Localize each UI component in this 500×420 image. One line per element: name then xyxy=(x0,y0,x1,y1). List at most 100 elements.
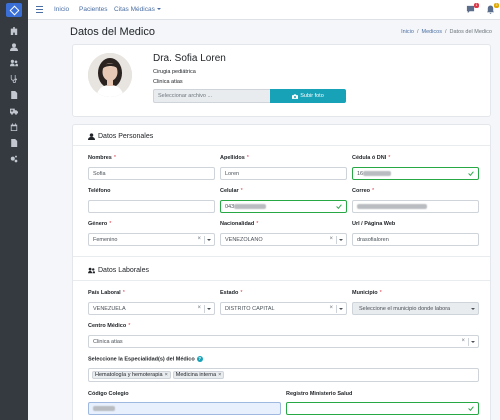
menu-toggle-icon[interactable] xyxy=(36,6,43,13)
select-separator xyxy=(204,305,205,313)
celular-label: Celular * xyxy=(220,188,243,194)
web-label: Url / Página Web xyxy=(352,221,396,227)
apellidos-label-text: Apellidos xyxy=(220,155,245,161)
nacionalidad-value: VENEZOLANO xyxy=(225,237,263,243)
photo-file-input[interactable]: Seleccionar archivo ... xyxy=(153,89,271,103)
nav-link-inicio[interactable]: Inicio xyxy=(54,6,69,13)
doctor-specialty: Cirugia pediátrica xyxy=(153,69,196,75)
estado-select[interactable]: DISTRITO CAPITAL × xyxy=(220,302,347,315)
users-icon[interactable] xyxy=(9,58,19,68)
estado-value: DISTRITO CAPITAL xyxy=(225,306,275,312)
doctor-clinic: Clinica atias xyxy=(153,79,183,85)
sidebar xyxy=(0,0,28,420)
personal-section-label: Datos Personales xyxy=(98,133,154,140)
stethoscope-icon[interactable] xyxy=(9,74,19,84)
messages-icon[interactable]: 1 xyxy=(466,3,479,15)
upload-photo-button[interactable]: Subir foto xyxy=(270,89,346,103)
chevron-down-icon[interactable] xyxy=(339,308,343,310)
camera-icon xyxy=(292,93,299,99)
pais-label: País Laboral * xyxy=(88,290,125,296)
user-icon xyxy=(88,133,95,140)
remove-tag-icon[interactable]: × xyxy=(218,372,221,378)
apellidos-label: Apellidos * xyxy=(220,155,249,161)
nacionalidad-label-text: Nacionalidad xyxy=(220,221,255,227)
nombres-field[interactable]: Sofia xyxy=(88,167,215,180)
clear-icon[interactable]: × xyxy=(197,236,201,242)
correo-field[interactable] xyxy=(352,200,479,213)
select-separator xyxy=(468,338,469,346)
avatar xyxy=(88,53,132,97)
section-divider xyxy=(73,145,490,146)
form-card: Datos Personales Nombres * Sofia Apellido… xyxy=(72,124,491,420)
chevron-down-icon[interactable] xyxy=(207,239,211,241)
municipio-placeholder: Seleccione el municipio donde labora xyxy=(359,306,451,312)
chevron-down-icon[interactable] xyxy=(471,308,475,310)
info-icon[interactable]: ? xyxy=(196,356,203,362)
municipio-label: Municipio * xyxy=(352,290,382,296)
file-medical-icon[interactable] xyxy=(9,90,19,100)
correo-label-text: Correo xyxy=(352,188,371,194)
redacted-blur xyxy=(357,204,427,210)
chevron-down-icon[interactable] xyxy=(471,341,475,343)
centro-value: Clinica atias xyxy=(93,339,123,345)
app-logo[interactable] xyxy=(6,3,22,17)
cedula-field[interactable]: 16 xyxy=(352,167,479,180)
page-title: Datos del Medico xyxy=(70,26,155,38)
check-icon xyxy=(468,406,474,411)
chevron-down-icon[interactable] xyxy=(339,239,343,241)
specialty-tag: Hematología y hemoterapia × xyxy=(92,371,171,379)
user-icon[interactable] xyxy=(9,42,19,52)
section-divider xyxy=(73,256,490,257)
document-icon[interactable] xyxy=(9,138,19,148)
calendar-icon[interactable] xyxy=(9,122,19,132)
clear-icon[interactable]: × xyxy=(329,305,333,311)
redacted-blur xyxy=(93,406,115,412)
labor-section-label: Datos Laborales xyxy=(98,267,149,274)
telefono-label: Teléfono xyxy=(88,188,111,194)
notifications-icon[interactable]: 3 xyxy=(486,3,499,15)
registro-field[interactable] xyxy=(286,402,479,415)
celular-label-text: Celular xyxy=(220,188,239,194)
apellidos-field[interactable]: Loren xyxy=(220,167,347,180)
personal-section-title: Datos Personales xyxy=(88,133,153,140)
select-separator xyxy=(336,305,337,313)
ambulance-icon[interactable] xyxy=(9,106,19,116)
remove-tag-icon[interactable]: × xyxy=(165,372,168,378)
genero-label: Género * xyxy=(88,221,112,227)
messages-badge: 1 xyxy=(474,3,479,8)
especialidades-label: Seleccione la Especialidad(s) del Médico… xyxy=(88,356,203,362)
pais-label-text: País Laboral xyxy=(88,290,121,296)
users-icon xyxy=(88,267,95,274)
pais-select[interactable]: VENEZUELA × xyxy=(88,302,215,315)
breadcrumb: Inicio / Medicos / Datos del Medico xyxy=(401,29,492,35)
clear-icon[interactable]: × xyxy=(329,236,333,242)
telefono-field[interactable] xyxy=(88,200,215,213)
clear-icon[interactable]: × xyxy=(461,338,465,344)
genero-select[interactable]: Femenino × xyxy=(88,233,215,246)
centro-select[interactable]: Clinica atias × xyxy=(88,335,479,348)
celular-field[interactable]: 043 xyxy=(220,200,347,213)
genero-label-text: Género xyxy=(88,221,108,227)
codigo-field[interactable] xyxy=(88,402,281,415)
top-navbar: Inicio Pacientes Citas Médicas 1 3 xyxy=(28,0,500,20)
clear-icon[interactable]: × xyxy=(197,305,201,311)
municipio-label-text: Municipio xyxy=(352,290,378,296)
chevron-down-icon[interactable] xyxy=(207,308,211,310)
redacted-blur xyxy=(363,171,392,177)
nacionalidad-label: Nacionalidad * xyxy=(220,221,259,227)
nav-link-pacientes[interactable]: Pacientes xyxy=(79,6,108,13)
centro-label: Centro Médico * xyxy=(88,323,131,329)
hospital-icon[interactable] xyxy=(9,26,19,36)
web-field[interactable]: drasofialoren xyxy=(352,233,479,246)
nacionalidad-select[interactable]: VENEZOLANO × xyxy=(220,233,347,246)
cedula-label-text: Cédula ó DNI xyxy=(352,155,387,161)
municipio-select[interactable]: Seleccione el municipio donde labora xyxy=(352,302,479,315)
breadcrumb-inicio[interactable]: Inicio xyxy=(401,29,414,35)
genero-value: Femenino xyxy=(93,237,118,243)
especialidades-multiselect[interactable]: Hematología y hemoterapia × Medicina inter… xyxy=(88,368,479,382)
profile-card: Dra. Sofia Loren Cirugia pediátrica Clin… xyxy=(72,44,491,117)
breadcrumb-medicos[interactable]: Medicos xyxy=(421,29,441,35)
nombres-label: Nombres * xyxy=(88,155,116,161)
gears-icon[interactable] xyxy=(9,154,19,164)
nav-link-citas[interactable]: Citas Médicas xyxy=(114,6,161,13)
